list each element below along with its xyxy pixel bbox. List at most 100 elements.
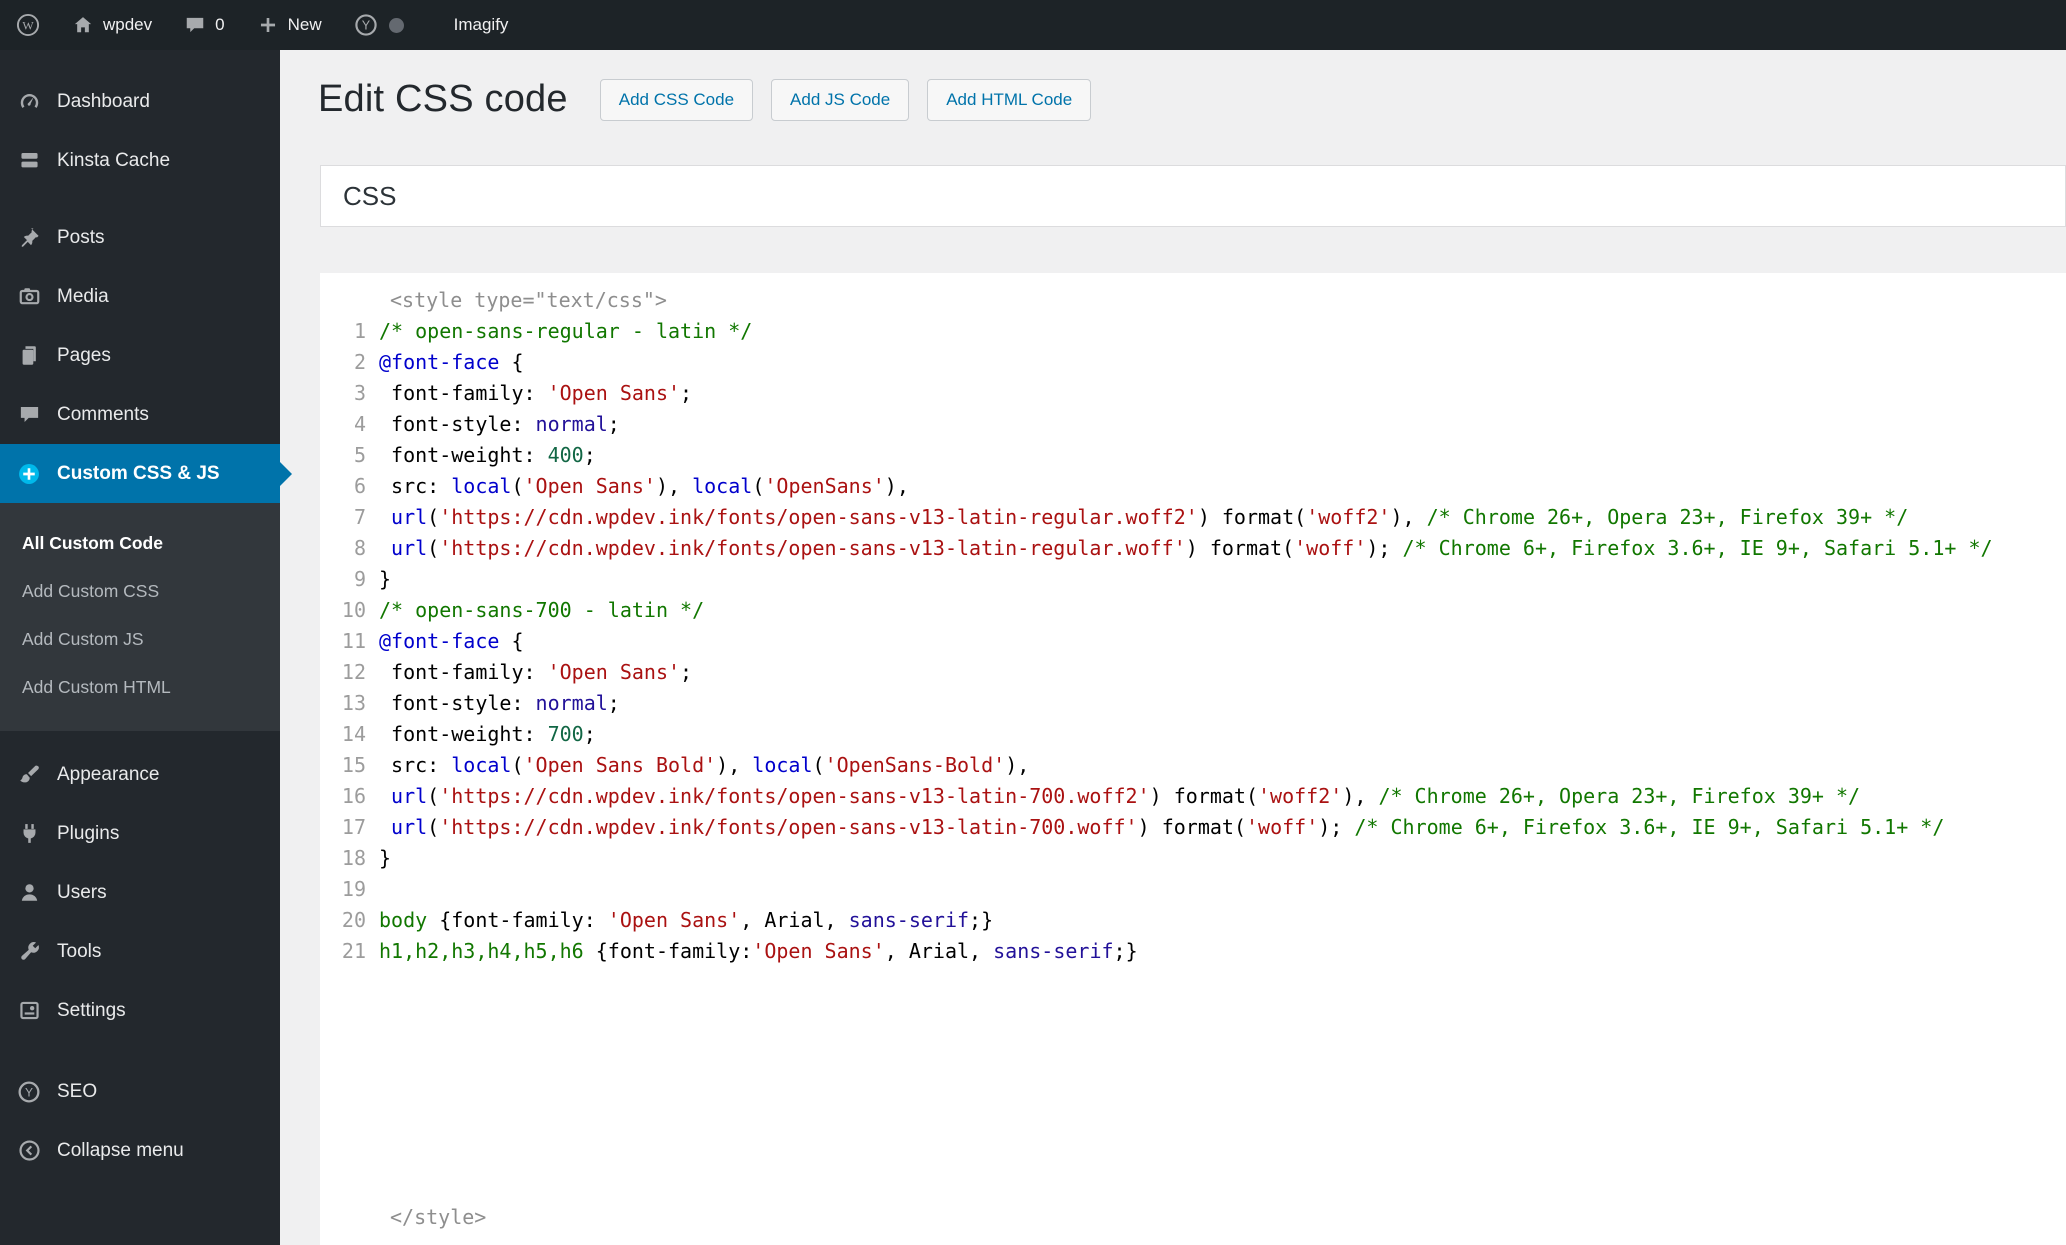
code-text: @font-face { xyxy=(366,626,524,657)
code-line[interactable]: 19 xyxy=(320,874,2066,905)
svg-text:Y: Y xyxy=(361,19,370,33)
sidebar-subitem-add-custom-css[interactable]: Add Custom CSS xyxy=(0,567,280,615)
line-number: 10 xyxy=(320,595,366,626)
sidebar-subitem-add-custom-js[interactable]: Add Custom JS xyxy=(0,615,280,663)
sidebar-item-seo[interactable]: Y SEO xyxy=(0,1062,280,1121)
code-line[interactable]: 20body {font-family: 'Open Sans', Arial,… xyxy=(320,905,2066,936)
code-line[interactable]: 17 url('https://cdn.wpdev.ink/fonts/open… xyxy=(320,812,2066,843)
code-line[interactable]: 15 src: local('Open Sans Bold'), local('… xyxy=(320,750,2066,781)
sidebar-label: Collapse menu xyxy=(57,1140,184,1162)
sidebar-item-kinsta-cache[interactable]: Kinsta Cache xyxy=(0,131,280,190)
code-lines: 1/* open-sans-regular - latin */2@font-f… xyxy=(320,316,2066,967)
sidebar-item-settings[interactable]: Settings xyxy=(0,981,280,1040)
sidebar-label: Settings xyxy=(57,1000,126,1022)
sidebar-item-collapse-menu[interactable]: Collapse menu xyxy=(0,1121,280,1180)
adminbar-imagify[interactable]: Imagify xyxy=(438,0,525,50)
code-text: font-style: normal; xyxy=(366,409,620,440)
page-header: Edit CSS code Add CSS Code Add JS Code A… xyxy=(318,78,1091,121)
sidebar-item-users[interactable]: Users xyxy=(0,863,280,922)
code-line[interactable]: 6 src: local('Open Sans'), local('OpenSa… xyxy=(320,471,2066,502)
add-css-code-button[interactable]: Add CSS Code xyxy=(600,79,753,121)
line-number: 12 xyxy=(320,657,366,688)
code-line[interactable]: 7 url('https://cdn.wpdev.ink/fonts/open-… xyxy=(320,502,2066,533)
sidebar-subitem-all-custom-code[interactable]: All Custom Code xyxy=(0,519,280,567)
sidebar-item-comments[interactable]: Comments xyxy=(0,385,280,444)
sidebar-label: Tools xyxy=(57,941,101,963)
adminbar-new-menu[interactable]: New xyxy=(241,0,338,50)
sidebar-item-posts[interactable]: Posts xyxy=(0,208,280,267)
code-line[interactable]: 9} xyxy=(320,564,2066,595)
sidebar-separator xyxy=(0,190,280,208)
sidebar-item-media[interactable]: Media xyxy=(0,267,280,326)
code-line[interactable]: 8 url('https://cdn.wpdev.ink/fonts/open-… xyxy=(320,533,2066,564)
sidebar-item-pages[interactable]: Pages xyxy=(0,326,280,385)
code-line[interactable]: 1/* open-sans-regular - latin */ xyxy=(320,316,2066,347)
line-number: 8 xyxy=(320,533,366,564)
wrench-icon xyxy=(16,939,42,965)
page-title: Edit CSS code xyxy=(318,78,568,121)
code-line[interactable]: 12 font-family: 'Open Sans'; xyxy=(320,657,2066,688)
yoast-seo-icon: Y xyxy=(16,1079,42,1105)
sidebar-item-tools[interactable]: Tools xyxy=(0,922,280,981)
adminbar-site-name[interactable]: wpdev xyxy=(56,0,168,50)
code-line[interactable]: 10/* open-sans-700 - latin */ xyxy=(320,595,2066,626)
line-number: 19 xyxy=(320,874,366,905)
code-line[interactable]: 2@font-face { xyxy=(320,347,2066,378)
line-number: 7 xyxy=(320,502,366,533)
css-code-editor[interactable]: <style type="text/css"> 1/* open-sans-re… xyxy=(320,273,2066,1245)
code-text: /* open-sans-regular - latin */ xyxy=(366,316,752,347)
collapse-arrow-icon xyxy=(16,1138,42,1164)
comments-icon xyxy=(16,402,42,428)
add-js-code-button[interactable]: Add JS Code xyxy=(771,79,909,121)
pages-icon xyxy=(16,343,42,369)
code-line[interactable]: 13 font-style: normal; xyxy=(320,688,2066,719)
line-number: 15 xyxy=(320,750,366,781)
code-text: } xyxy=(366,564,391,595)
adminbar-comments[interactable]: 0 xyxy=(168,0,240,50)
code-line[interactable]: 16 url('https://cdn.wpdev.ink/fonts/open… xyxy=(320,781,2066,812)
pushpin-icon xyxy=(16,225,42,251)
code-line[interactable]: 4 font-style: normal; xyxy=(320,409,2066,440)
yoast-notification-dot xyxy=(389,18,404,33)
wordpress-logo-icon: W xyxy=(16,13,40,37)
adminbar-wordpress-menu[interactable]: W xyxy=(0,0,56,50)
line-number: 2 xyxy=(320,347,366,378)
site-name-label: wpdev xyxy=(103,15,152,35)
adminbar-yoast[interactable]: Y xyxy=(338,0,420,50)
line-number: 18 xyxy=(320,843,366,874)
code-text: body {font-family: 'Open Sans', Arial, s… xyxy=(366,905,993,936)
code-text: /* open-sans-700 - latin */ xyxy=(366,595,704,626)
comments-count: 0 xyxy=(215,15,224,35)
code-line[interactable]: 5 font-weight: 400; xyxy=(320,440,2066,471)
kinsta-cache-icon xyxy=(16,148,42,174)
code-text: font-family: 'Open Sans'; xyxy=(366,657,692,688)
code-text: url('https://cdn.wpdev.ink/fonts/open-sa… xyxy=(366,502,1908,533)
sidebar-subitem-add-custom-html[interactable]: Add Custom HTML xyxy=(0,663,280,711)
dashboard-icon xyxy=(16,89,42,115)
code-text: font-family: 'Open Sans'; xyxy=(366,378,692,409)
code-line[interactable]: 3 font-family: 'Open Sans'; xyxy=(320,378,2066,409)
code-line[interactable]: 14 font-weight: 700; xyxy=(320,719,2066,750)
sidebar-item-custom-css-js[interactable]: Custom CSS & JS xyxy=(0,444,280,503)
sidebar-item-plugins[interactable]: Plugins xyxy=(0,804,280,863)
home-icon xyxy=(72,14,94,36)
sidebar-item-dashboard[interactable]: Dashboard xyxy=(0,72,280,131)
add-html-code-button[interactable]: Add HTML Code xyxy=(927,79,1091,121)
code-text: url('https://cdn.wpdev.ink/fonts/open-sa… xyxy=(366,812,1944,843)
code-text: @font-face { xyxy=(366,347,524,378)
code-line[interactable]: 11@font-face { xyxy=(320,626,2066,657)
admin-bar: W wpdev 0 New Y xyxy=(0,0,2066,50)
sidebar-label: SEO xyxy=(57,1081,97,1103)
line-number: 4 xyxy=(320,409,366,440)
new-label: New xyxy=(288,15,322,35)
style-close-tag: </style> xyxy=(390,1202,486,1233)
code-title-input[interactable] xyxy=(320,165,2066,227)
adminbar-spacer xyxy=(420,0,438,50)
sidebar-item-appearance[interactable]: Appearance xyxy=(0,745,280,804)
sidebar-label: Plugins xyxy=(57,823,119,845)
code-line[interactable]: 18} xyxy=(320,843,2066,874)
code-text: src: local('Open Sans'), local('OpenSans… xyxy=(366,471,909,502)
code-line[interactable]: 21h1,h2,h3,h4,h5,h6 {font-family:'Open S… xyxy=(320,936,2066,967)
imagify-label: Imagify xyxy=(454,15,509,35)
sidebar-label: Posts xyxy=(57,227,105,249)
